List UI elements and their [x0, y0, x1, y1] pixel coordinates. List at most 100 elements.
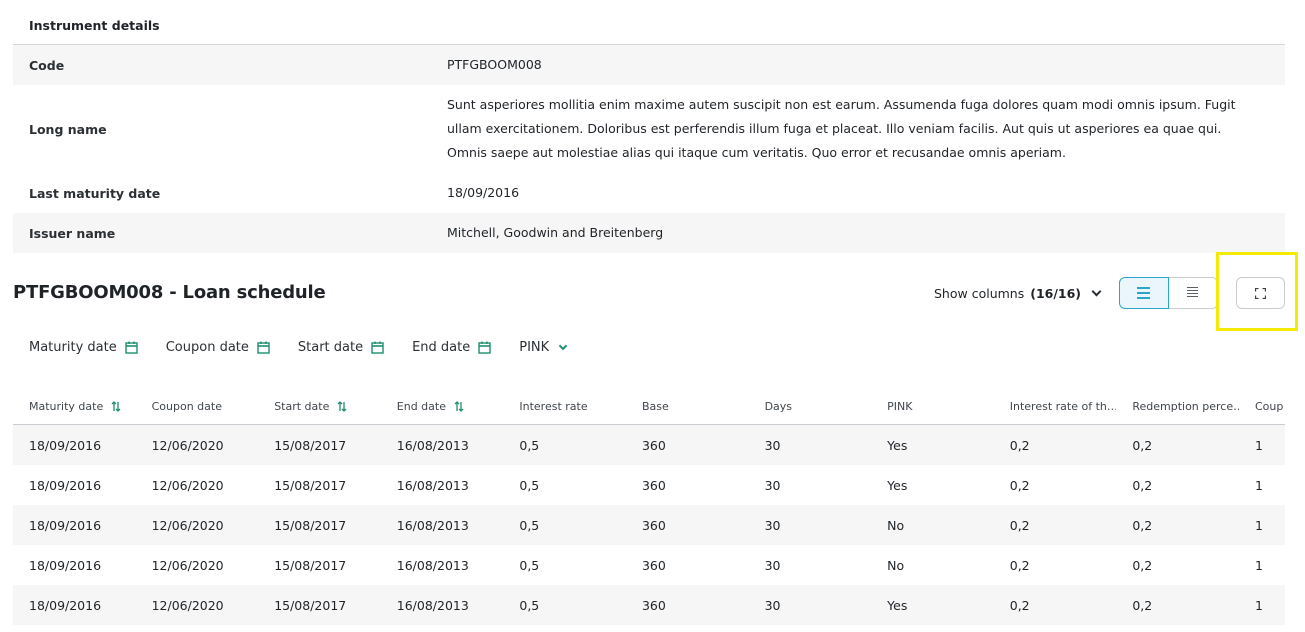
table-cell: 12/06/2020 — [151, 477, 224, 493]
table-cell: 1 — [1254, 517, 1263, 533]
column-header-label: Maturity date — [29, 399, 104, 413]
list-icon — [1137, 287, 1151, 299]
column-header-label: Start date — [274, 399, 330, 413]
table-cell: 0,2 — [1009, 517, 1030, 533]
column-header-redemption[interactable]: Redemption perce… — [1116, 400, 1239, 413]
detail-row-code: Code PTFGBOOM008 — [13, 45, 1285, 85]
fullscreen-icon — [1255, 287, 1266, 299]
filter-label: Maturity date — [29, 340, 117, 355]
table-cell: 30 — [764, 437, 781, 453]
detail-key: Last maturity date — [29, 185, 161, 201]
table-cell: 18/09/2016 — [29, 517, 102, 533]
table-row[interactable]: 18/09/2016 12/06/2020 15/08/2017 16/08/2013… — [13, 465, 1285, 505]
table-cell: 0,2 — [1009, 557, 1030, 573]
column-header-label: Coupo — [1254, 399, 1283, 413]
calendar-icon — [257, 341, 270, 354]
column-header-maturity-date[interactable]: Maturity date — [13, 400, 136, 413]
table-cell: 18/09/2016 — [29, 437, 102, 453]
column-header-label: Base — [641, 399, 669, 413]
column-header-coupon[interactable]: Coupo — [1239, 400, 1283, 413]
table-cell: 0,2 — [1132, 517, 1153, 533]
compact-list-icon — [1187, 287, 1199, 299]
column-header-start-date[interactable]: Start date — [258, 400, 381, 413]
table-cell: Yes — [887, 477, 908, 493]
detail-row-issuer: Issuer name Mitchell, Goodwin and Breite… — [13, 213, 1285, 253]
table-cell: 16/08/2013 — [396, 597, 469, 613]
column-header-label: Coupon date — [151, 399, 222, 413]
table-cell: 1 — [1254, 597, 1263, 613]
filter-pink[interactable]: PINK — [519, 340, 568, 355]
table-cell: 30 — [764, 517, 781, 533]
sort-icon[interactable] — [337, 400, 347, 412]
sort-icon[interactable] — [111, 400, 121, 412]
table-cell: 0,5 — [519, 477, 540, 493]
column-header-base[interactable]: Base — [626, 400, 749, 413]
table-cell: 30 — [764, 477, 781, 493]
detail-value: 18/09/2016 — [447, 185, 520, 200]
table-row[interactable]: 18/09/2016 12/06/2020 15/08/2017 16/08/2013… — [13, 505, 1285, 545]
table-cell: 360 — [641, 517, 666, 533]
table-cell: 15/08/2017 — [274, 557, 347, 573]
filter-start-date[interactable]: Start date — [298, 340, 384, 355]
detail-row-last-maturity: Last maturity date 18/09/2016 — [13, 173, 1285, 213]
column-header-label: PINK — [887, 399, 913, 413]
table-cell: 16/08/2013 — [396, 477, 469, 493]
column-header-label: Interest rate — [519, 399, 588, 413]
table-cell: 0,5 — [519, 437, 540, 453]
show-columns-dropdown[interactable]: Show columns (16/16) — [934, 286, 1102, 301]
column-header-interest-rate[interactable]: Interest rate — [503, 400, 626, 413]
table-cell: 1 — [1254, 477, 1263, 493]
column-header-label: End date — [396, 399, 446, 413]
table-cell: 16/08/2013 — [396, 557, 469, 573]
calendar-icon — [371, 341, 384, 354]
table-cell: 12/06/2020 — [151, 597, 224, 613]
table-cell: 12/06/2020 — [151, 557, 224, 573]
calendar-icon — [478, 341, 491, 354]
column-header-interest-rate-of[interactable]: Interest rate of th… — [994, 400, 1117, 413]
calendar-icon — [125, 341, 138, 354]
table-cell: 0,2 — [1132, 477, 1153, 493]
filter-label: Coupon date — [165, 340, 249, 355]
filter-coupon-date[interactable]: Coupon date — [166, 340, 270, 355]
column-header-coupon-date[interactable]: Coupon date — [136, 400, 259, 413]
table-cell: 18/09/2016 — [29, 557, 102, 573]
filter-maturity-date[interactable]: Maturity date — [29, 340, 138, 355]
table-cell: 0,2 — [1132, 597, 1153, 613]
table-cell: 15/08/2017 — [274, 477, 347, 493]
table-cell: 360 — [641, 597, 666, 613]
column-header-label: Interest rate of th… — [1009, 399, 1117, 413]
column-header-pink[interactable]: PINK — [871, 400, 994, 413]
filter-end-date[interactable]: End date — [412, 340, 491, 355]
table-cell: 15/08/2017 — [274, 517, 347, 533]
sort-icon[interactable] — [454, 400, 464, 412]
column-header-end-date[interactable]: End date — [381, 400, 504, 413]
table-row[interactable]: 18/09/2016 12/06/2020 15/08/2017 16/08/2013… — [13, 425, 1285, 465]
table-cell: Yes — [887, 437, 908, 453]
table-cell: 0,2 — [1009, 437, 1030, 453]
chevron-down-icon — [558, 341, 568, 350]
column-header-days[interactable]: Days — [749, 400, 872, 413]
table-cell: 360 — [641, 477, 666, 493]
fullscreen-button[interactable] — [1236, 277, 1285, 309]
table-row[interactable]: 18/09/2016 12/06/2020 15/08/2017 16/08/2013… — [13, 545, 1285, 585]
detail-key: Issuer name — [29, 225, 116, 241]
table-cell: 12/06/2020 — [151, 437, 224, 453]
table-cell: 0,2 — [1132, 437, 1153, 453]
table-cell: Yes — [887, 597, 908, 613]
table-body: 18/09/2016 12/06/2020 15/08/2017 16/08/2013… — [13, 425, 1285, 625]
table-cell: 0,2 — [1009, 477, 1030, 493]
compact-view-button[interactable] — [1168, 277, 1218, 309]
view-density-toggle — [1119, 277, 1218, 309]
detail-value: Sunt asperiores mollitia enim maxime aut… — [447, 97, 1236, 160]
table-row[interactable]: 18/09/2016 12/06/2020 15/08/2017 16/08/2013… — [13, 585, 1285, 625]
list-view-button[interactable] — [1119, 277, 1169, 309]
schedule-title: PTFGBOOM008 - Loan schedule — [13, 282, 326, 303]
table-header: Maturity date Coupon date Start date End… — [13, 388, 1285, 425]
loan-schedule-table: Maturity date Coupon date Start date End… — [13, 388, 1285, 625]
table-cell: 360 — [641, 557, 666, 573]
detail-value: PTFGBOOM008 — [447, 57, 542, 72]
table-cell: 15/08/2017 — [274, 597, 347, 613]
table-cell: 360 — [641, 437, 666, 453]
table-cell: 18/09/2016 — [29, 597, 102, 613]
chevron-down-icon — [1091, 286, 1102, 297]
